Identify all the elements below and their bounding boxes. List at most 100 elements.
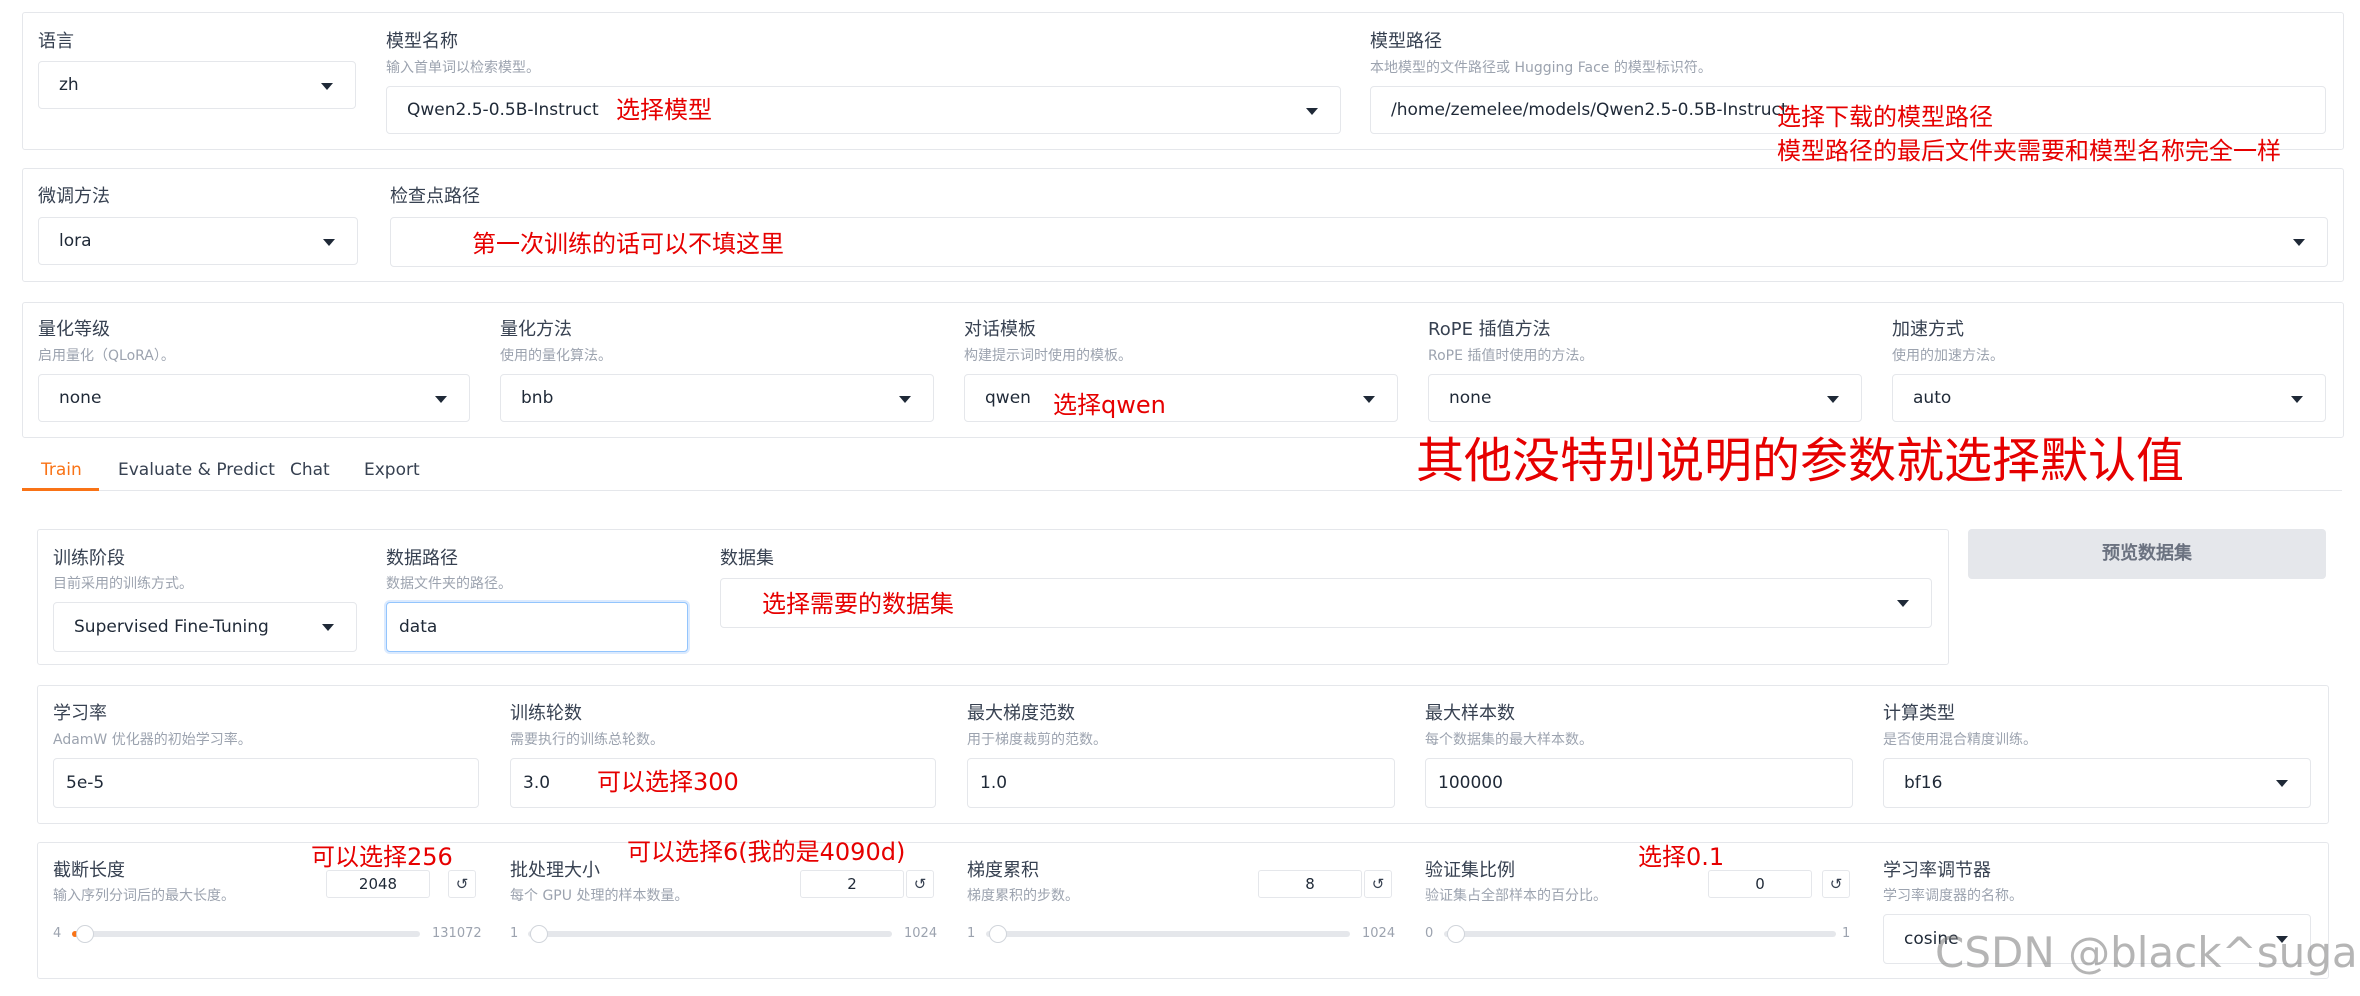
annotation-epochs-note: 可以选择300 — [597, 768, 739, 796]
cutoff-len-info: 输入序列分词后的最大长度。 — [53, 888, 235, 904]
max-samples-label: 最大样本数 — [1425, 703, 1515, 724]
booster-value: auto — [1913, 388, 1952, 408]
rope-label: RoPE 插值方法 — [1428, 319, 1551, 340]
grad-accum-slider-thumb[interactable] — [989, 925, 1007, 943]
annotation-batch-note: 可以选择6(我的是4090d) — [627, 838, 906, 866]
chevron-down-icon — [2293, 239, 2305, 246]
val-size-info: 验证集占全部样本的百分比。 — [1425, 888, 1607, 904]
tab-chat[interactable]: Chat — [290, 460, 330, 480]
grad-accum-label: 梯度累积 — [967, 860, 1039, 881]
lr-value: 5e-5 — [66, 773, 105, 793]
max-grad-norm-info: 用于梯度裁剪的范数。 — [967, 732, 1107, 748]
finetune-dropdown[interactable]: lora — [38, 217, 358, 265]
booster-label: 加速方式 — [1892, 319, 1964, 340]
annotation-select-path: 选择下载的模型路径 — [1777, 103, 1993, 131]
lr-scheduler-label: 学习率调节器 — [1883, 860, 1991, 881]
chevron-down-icon — [1306, 108, 1318, 115]
model-name-dropdown[interactable]: Qwen2.5-0.5B-Instruct — [386, 86, 1341, 134]
checkpoint-label: 检查点路径 — [390, 186, 480, 207]
annotation-default-note: 其他没特别说明的参数就选择默认值 — [1416, 433, 2185, 489]
rope-dropdown[interactable]: none — [1428, 374, 1862, 422]
quant-bit-label: 量化等级 — [38, 319, 110, 340]
batch-size-reset-icon[interactable]: ↺ — [906, 870, 934, 898]
val-size-number[interactable]: 0 — [1708, 870, 1812, 898]
preview-dataset-button[interactable]: 预览数据集 — [1968, 529, 2326, 579]
template-dropdown[interactable]: qwen — [964, 374, 1398, 422]
annotation-val-note: 选择0.1 — [1638, 843, 1725, 871]
chevron-down-icon — [323, 239, 335, 246]
compute-type-label: 计算类型 — [1883, 703, 1955, 724]
grad-accum-number[interactable]: 8 — [1258, 870, 1362, 898]
template-value: qwen — [985, 388, 1031, 408]
batch-size-max: 1024 — [904, 926, 938, 941]
dataset-dir-input[interactable]: data — [386, 602, 688, 652]
quant-method-dropdown[interactable]: bnb — [500, 374, 934, 422]
lang-value: zh — [59, 75, 79, 95]
tab-train[interactable]: Train — [41, 460, 82, 480]
watermark: CSDN @black^sugar — [1935, 928, 2360, 977]
compute-type-dropdown[interactable]: bf16 — [1883, 758, 2311, 808]
cutoff-len-slider-thumb[interactable] — [76, 925, 94, 943]
cutoff-len-label: 截断长度 — [53, 860, 125, 881]
grad-accum-min: 1 — [967, 926, 976, 941]
chevron-down-icon — [322, 624, 334, 631]
compute-type-value: bf16 — [1904, 773, 1943, 793]
quant-bit-value: none — [59, 388, 102, 408]
annotation-checkpoint-note: 第一次训练的话可以不填这里 — [472, 230, 784, 258]
cutoff-len-number[interactable]: 2048 — [326, 870, 430, 898]
quant-method-value: bnb — [521, 388, 554, 408]
model-name-value: Qwen2.5-0.5B-Instruct — [407, 100, 599, 120]
lr-scheduler-info: 学习率调度器的名称。 — [1883, 888, 2023, 904]
max-grad-norm-label: 最大梯度范数 — [967, 703, 1075, 724]
grad-accum-reset-icon[interactable]: ↺ — [1364, 870, 1392, 898]
model-name-label: 模型名称 — [386, 31, 458, 52]
booster-dropdown[interactable]: auto — [1892, 374, 2326, 422]
grad-accum-slider[interactable] — [986, 931, 1350, 937]
quant-method-info: 使用的量化算法。 — [500, 348, 612, 364]
dataset-dir-value: data — [399, 617, 438, 637]
chevron-down-icon — [899, 396, 911, 403]
max-grad-norm-value: 1.0 — [980, 773, 1008, 793]
val-size-slider[interactable] — [1444, 931, 1836, 937]
lr-label: 学习率 — [53, 703, 107, 724]
stage-label: 训练阶段 — [53, 548, 125, 569]
chevron-down-icon — [1827, 396, 1839, 403]
tab-export[interactable]: Export — [364, 460, 420, 480]
annotation-select-model: 选择模型 — [616, 96, 712, 124]
chevron-down-icon — [1363, 396, 1375, 403]
batch-size-label: 批处理大小 — [510, 860, 600, 881]
template-info: 构建提示词时使用的模板。 — [964, 348, 1132, 364]
model-name-info: 输入首单词以检索模型。 — [386, 60, 540, 76]
max-samples-input[interactable]: 100000 — [1425, 758, 1853, 808]
chevron-down-icon — [2276, 780, 2288, 787]
grad-accum-max: 1024 — [1362, 926, 1396, 941]
val-size-reset-icon[interactable]: ↺ — [1822, 870, 1850, 898]
batch-size-slider-thumb[interactable] — [530, 925, 548, 943]
cutoff-len-min: 4 — [53, 926, 62, 941]
max-grad-norm-input[interactable]: 1.0 — [967, 758, 1395, 808]
lr-input[interactable]: 5e-5 — [53, 758, 479, 808]
lang-dropdown[interactable]: zh — [38, 61, 356, 109]
val-size-slider-thumb[interactable] — [1447, 925, 1465, 943]
rope-info: RoPE 插值时使用的方法。 — [1428, 348, 1594, 364]
tab-active-underline — [22, 488, 99, 491]
booster-info: 使用的加速方法。 — [1892, 348, 2004, 364]
batch-size-min: 1 — [510, 926, 519, 941]
batch-size-number[interactable]: 2 — [800, 870, 904, 898]
annotation-path-note: 模型路径的最后文件夹需要和模型名称完全一样 — [1777, 137, 2281, 165]
quant-bit-info: 启用量化（QLoRA）。 — [38, 348, 175, 364]
chevron-down-icon — [435, 396, 447, 403]
annotation-cutoff-note: 可以选择256 — [311, 843, 453, 871]
model-path-label: 模型路径 — [1370, 31, 1442, 52]
val-size-label: 验证集比例 — [1425, 860, 1515, 881]
cutoff-len-slider[interactable] — [72, 931, 420, 937]
max-samples-info: 每个数据集的最大样本数。 — [1425, 732, 1593, 748]
stage-value: Supervised Fine-Tuning — [74, 617, 269, 637]
tab-evaluate-predict[interactable]: Evaluate & Predict — [118, 460, 275, 480]
lang-label: 语言 — [38, 31, 74, 52]
cutoff-len-reset-icon[interactable]: ↺ — [448, 870, 476, 898]
quant-bit-dropdown[interactable]: none — [38, 374, 470, 422]
stage-dropdown[interactable]: Supervised Fine-Tuning — [53, 602, 357, 652]
finetune-label: 微调方法 — [38, 186, 110, 207]
batch-size-slider[interactable] — [528, 931, 892, 937]
